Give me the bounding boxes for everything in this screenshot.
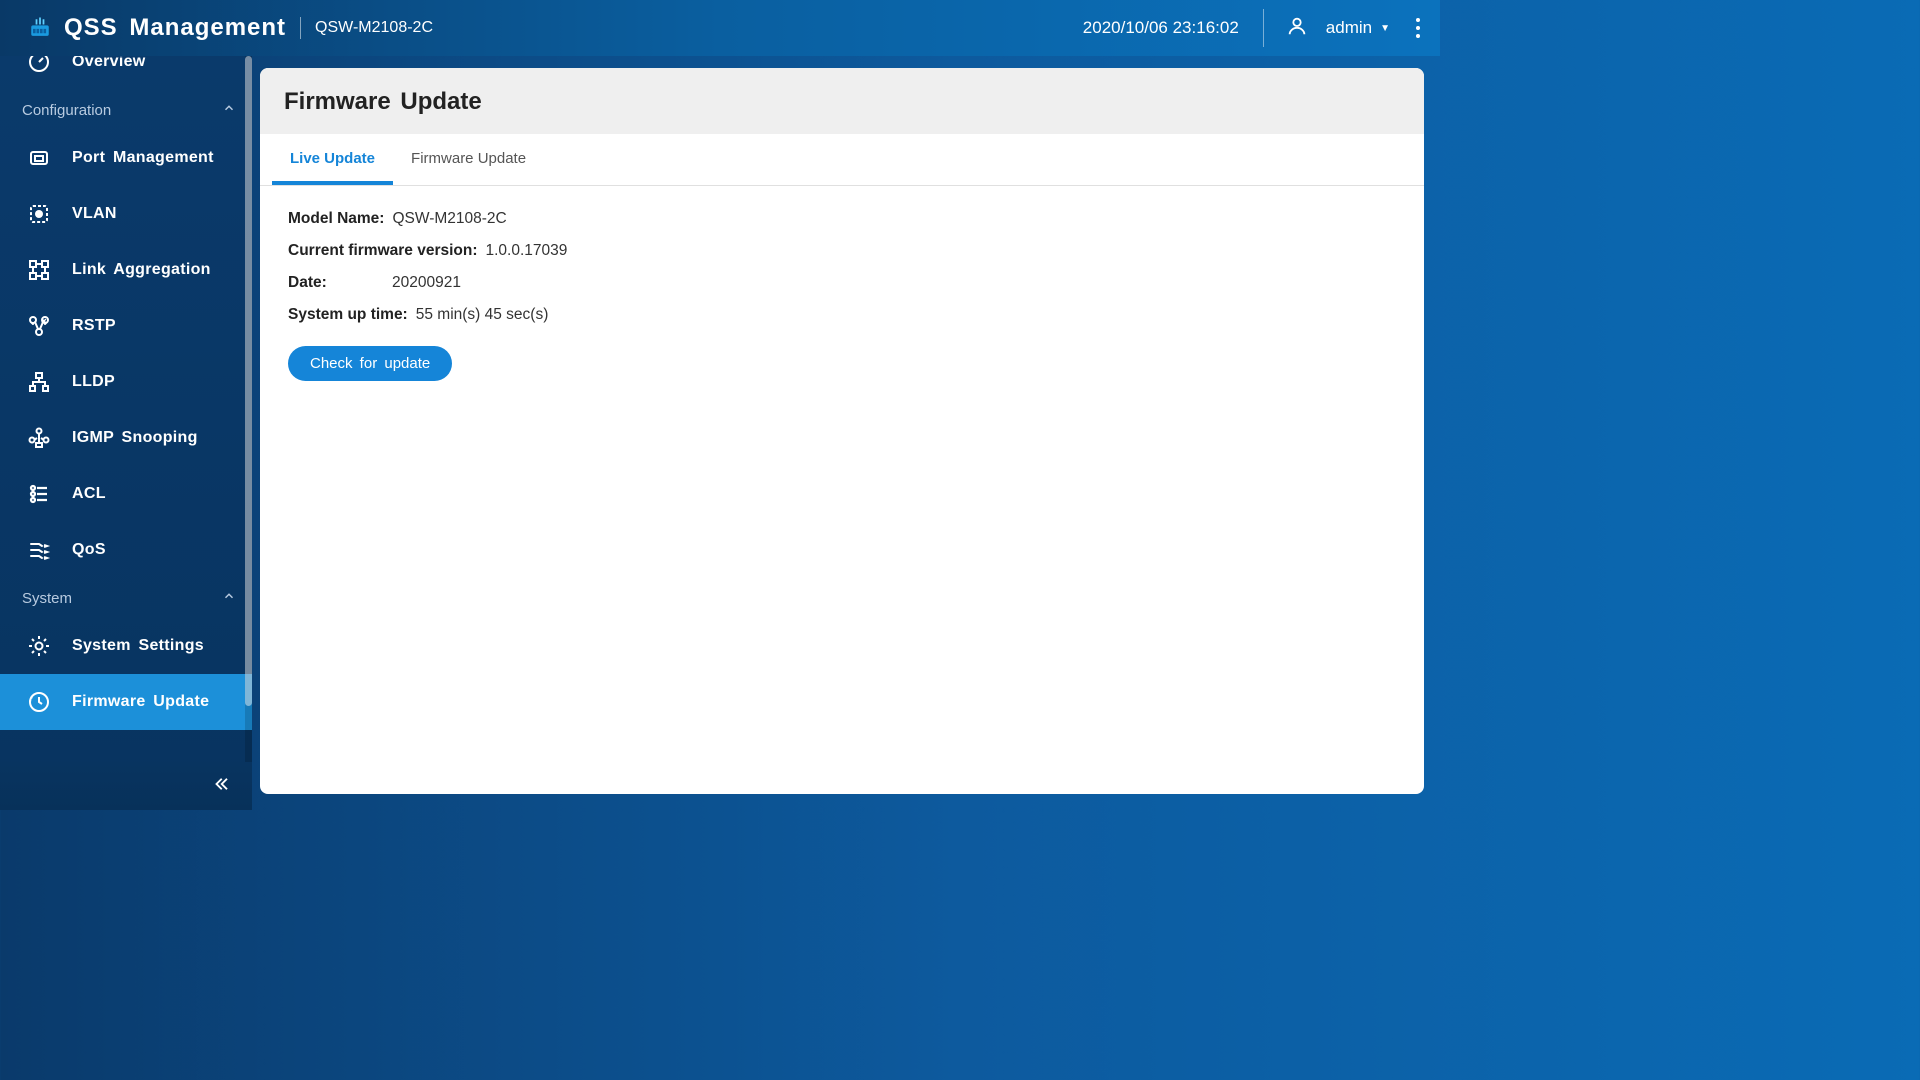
sidebar-item-label: Firmware Update	[72, 693, 209, 711]
port-icon	[26, 145, 52, 171]
user-menu[interactable]: admin ▼	[1263, 9, 1390, 47]
row-model-name: Model Name: QSW-M2108-2C	[288, 210, 1396, 228]
sidebar-item-rstp[interactable]: RSTP	[0, 298, 252, 354]
tab-live-update[interactable]: Live Update	[272, 134, 393, 185]
vlan-icon	[26, 201, 52, 227]
scrollbar-thumb[interactable]	[245, 56, 252, 706]
sidebar-item-label: System Settings	[72, 637, 204, 655]
sidebar-section-label: Configuration	[22, 102, 111, 119]
rstp-icon	[26, 313, 52, 339]
igmp-icon	[26, 425, 52, 451]
app-header: QSS Management QSW-M2108-2C 2020/10/06 2…	[0, 0, 1440, 56]
sidebar-item-qos[interactable]: QoS	[0, 522, 252, 578]
sidebar: Overview Configuration Port Management	[0, 56, 252, 810]
panel-header: Firmware Update	[260, 68, 1424, 134]
more-menu-icon[interactable]	[1416, 18, 1420, 38]
header-right: 2020/10/06 23:16:02 admin ▼	[1083, 9, 1420, 47]
page-title: Firmware Update	[284, 88, 1400, 116]
sidebar-item-label: QoS	[72, 541, 106, 559]
label-date: Date:	[288, 274, 384, 292]
sidebar-item-acl[interactable]: ACL	[0, 466, 252, 522]
sidebar-item-label: Overview	[72, 56, 146, 71]
row-uptime: System up time: 55 min(s) 45 sec(s)	[288, 306, 1396, 324]
sidebar-item-port-management[interactable]: Port Management	[0, 130, 252, 186]
caret-down-icon: ▼	[1380, 23, 1390, 34]
content-area: Firmware Update Live Update Firmware Upd…	[252, 56, 1440, 810]
tab-firmware-update[interactable]: Firmware Update	[393, 134, 544, 185]
value-model-name: QSW-M2108-2C	[392, 210, 506, 228]
acl-icon	[26, 481, 52, 507]
label-current-firmware: Current firmware version:	[288, 242, 478, 260]
header-datetime: 2020/10/06 23:16:02	[1083, 18, 1239, 38]
app-logo-icon	[26, 14, 54, 42]
sidebar-item-label: LLDP	[72, 373, 115, 391]
sidebar-item-firmware-update[interactable]: Firmware Update	[0, 674, 252, 730]
tabs: Live Update Firmware Update	[260, 134, 1424, 186]
main-area: Overview Configuration Port Management	[0, 56, 1440, 810]
sidebar-item-igmp-snooping[interactable]: IGMP Snooping	[0, 410, 252, 466]
user-name: admin	[1326, 18, 1372, 38]
row-date: Date: 20200921	[288, 274, 1396, 292]
sidebar-item-label: IGMP Snooping	[72, 429, 198, 447]
value-date: 20200921	[392, 274, 461, 292]
value-uptime: 55 min(s) 45 sec(s)	[416, 306, 549, 324]
sidebar-scroll: Overview Configuration Port Management	[0, 56, 252, 762]
sidebar-item-label: Port Management	[72, 149, 214, 167]
row-current-firmware: Current firmware version: 1.0.0.17039	[288, 242, 1396, 260]
label-model-name: Model Name:	[288, 210, 384, 228]
sidebar-section-system[interactable]: System	[0, 578, 252, 618]
header-model: QSW-M2108-2C	[315, 19, 433, 37]
sidebar-item-link-aggregation[interactable]: Link Aggregation	[0, 242, 252, 298]
value-current-firmware: 1.0.0.17039	[486, 242, 568, 260]
sidebar-section-configuration[interactable]: Configuration	[0, 90, 252, 130]
gear-icon	[26, 633, 52, 659]
firmware-update-icon	[26, 689, 52, 715]
sidebar-item-lldp[interactable]: LLDP	[0, 354, 252, 410]
sidebar-item-label: ACL	[72, 485, 106, 503]
sidebar-item-label: RSTP	[72, 317, 116, 335]
label-uptime: System up time:	[288, 306, 408, 324]
sidebar-scrollbar[interactable]	[245, 56, 252, 762]
sidebar-item-vlan[interactable]: VLAN	[0, 186, 252, 242]
panel-body: Model Name: QSW-M2108-2C Current firmwar…	[260, 186, 1424, 405]
sidebar-item-overview[interactable]: Overview	[0, 56, 252, 90]
lldp-icon	[26, 369, 52, 395]
header-divider	[300, 17, 301, 39]
chevron-up-icon	[222, 589, 236, 607]
gauge-icon	[26, 56, 52, 75]
qos-icon	[26, 537, 52, 563]
sidebar-section-label: System	[22, 590, 72, 607]
user-icon	[1286, 15, 1308, 42]
sidebar-item-label: VLAN	[72, 205, 117, 223]
sidebar-item-system-settings[interactable]: System Settings	[0, 618, 252, 674]
panel: Firmware Update Live Update Firmware Upd…	[260, 68, 1424, 794]
sidebar-item-label: Link Aggregation	[72, 261, 211, 279]
chevron-up-icon	[222, 101, 236, 119]
app-title: QSS Management	[64, 14, 286, 42]
collapse-icon	[212, 775, 230, 798]
check-for-update-button[interactable]: Check for update	[288, 346, 452, 381]
link-aggregation-icon	[26, 257, 52, 283]
sidebar-collapse-button[interactable]	[0, 762, 252, 810]
